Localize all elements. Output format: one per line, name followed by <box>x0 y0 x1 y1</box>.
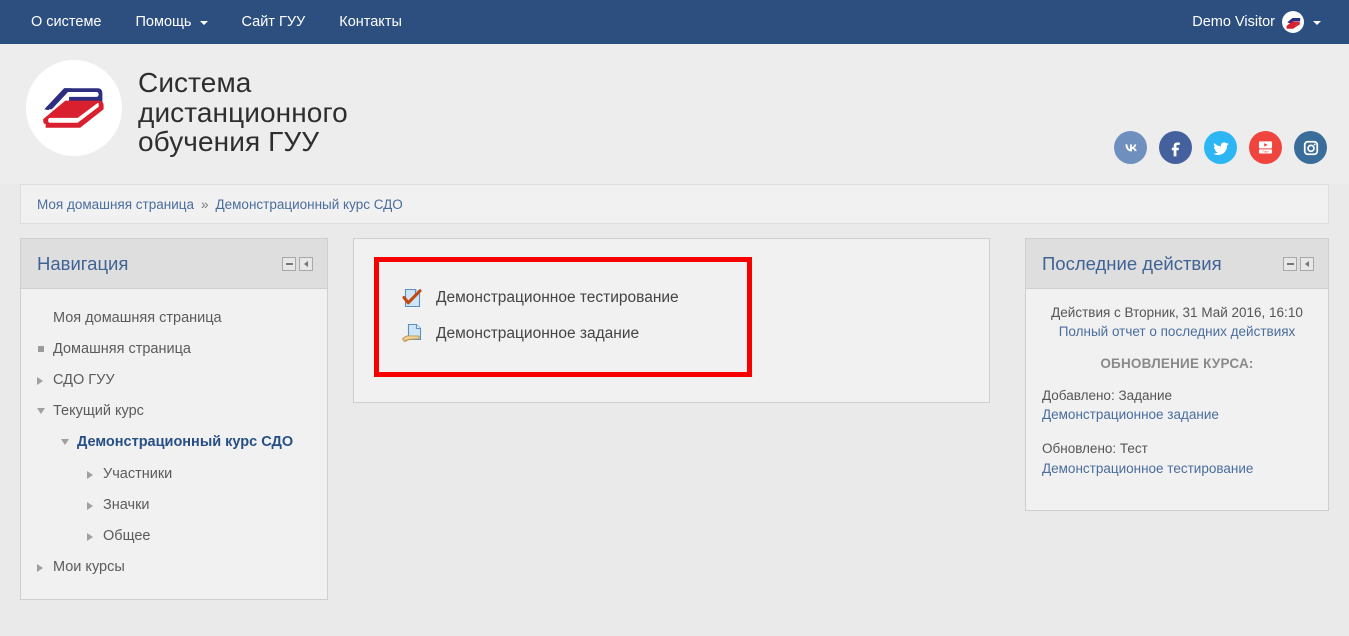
navigation-block: Навигация Моя домашняя страница Домашняя… <box>20 238 328 600</box>
page-body: Навигация Моя домашняя страница Домашняя… <box>0 224 1349 600</box>
user-name-label: Demo Visitor <box>1192 14 1275 30</box>
sidebar-item-participants[interactable]: Участники <box>21 459 327 490</box>
avatar <box>1282 11 1304 33</box>
user-menu[interactable]: Demo Visitor <box>1192 11 1331 33</box>
navigation-block-title: Навигация <box>37 252 129 274</box>
recent-activity-block-title: Последние действия <box>1042 252 1222 274</box>
sidebar-item-label: Моя домашняя страница <box>53 310 222 326</box>
right-column: Последние действия Действия с Вторник, 3… <box>1025 238 1329 512</box>
page-title: Система дистанционного обучения ГУУ <box>138 67 348 158</box>
activity-entry-link[interactable]: Демонстрационное тестирование <box>1042 459 1312 479</box>
social-links: Tube <box>1114 131 1327 164</box>
top-navbar: О системе Помощь Сайт ГУУ Контакты Demo … <box>0 0 1349 44</box>
recent-activity-body: Действия с Вторник, 31 Май 2016, 16:10 П… <box>1026 289 1328 510</box>
breadcrumb: Моя домашняя страница » Демонстрационный… <box>20 184 1329 224</box>
navigation-block-header: Навигация <box>21 239 327 289</box>
activity-highlight-box: Демонстрационное тестирование Демонстрац… <box>374 257 752 377</box>
brand[interactable]: Система дистанционного обучения ГУУ <box>26 60 348 157</box>
full-activity-report-link[interactable]: Полный отчет о последних действиях <box>1042 324 1312 339</box>
assignment-hand-icon <box>401 322 425 346</box>
activity-entry: Обновлено: Тест Демонстрационное тестиро… <box>1042 439 1312 478</box>
chevron-down-icon[interactable] <box>61 434 77 446</box>
site-header: Система дистанционного обучения ГУУ Tube <box>0 44 1349 184</box>
recent-activity-block-header: Последние действия <box>1026 239 1328 289</box>
course-content-panel: Демонстрационное тестирование Демонстрац… <box>353 238 990 403</box>
twitter-icon[interactable] <box>1204 131 1237 164</box>
dock-left-icon[interactable] <box>1300 256 1314 271</box>
nav-item-contacts[interactable]: Контакты <box>322 0 419 44</box>
chevron-down-icon <box>1313 21 1321 25</box>
nav-item-help[interactable]: Помощь <box>118 0 224 44</box>
sidebar-item-label: Домашняя страница <box>53 341 191 358</box>
nav-item-about[interactable]: О системе <box>14 0 118 44</box>
activity-entry-link[interactable]: Демонстрационное задание <box>1042 405 1312 425</box>
breadcrumb-current[interactable]: Демонстрационный курс СДО <box>216 197 403 212</box>
sidebar-item-label: Демонстрационный курс СДО <box>77 434 294 451</box>
facebook-icon[interactable] <box>1159 131 1192 164</box>
nav-item-guu-site[interactable]: Сайт ГУУ <box>225 0 323 44</box>
sidebar-item-current-course[interactable]: Текущий курс <box>21 396 327 427</box>
nav-item-contacts-label: Контакты <box>339 14 402 30</box>
activity-item-assignment[interactable]: Демонстрационное задание <box>401 316 725 352</box>
sidebar-item-demo-course[interactable]: Демонстрационный курс СДО <box>21 427 327 458</box>
svg-text:Tube: Tube <box>1262 150 1269 154</box>
site-logo <box>26 60 122 156</box>
sidebar-item-badges[interactable]: Значки <box>21 490 327 521</box>
left-column: Навигация Моя домашняя страница Домашняя… <box>20 238 328 600</box>
chevron-right-icon[interactable] <box>87 466 103 479</box>
nav-item-about-label: О системе <box>31 14 102 30</box>
nav-item-help-label: Помощь <box>135 14 192 30</box>
sidebar-item-general[interactable]: Общее <box>21 521 327 552</box>
chevron-down-icon[interactable] <box>37 403 53 415</box>
vk-icon[interactable] <box>1114 131 1147 164</box>
sidebar-item-label: Текущий курс <box>53 403 144 420</box>
chevron-right-icon[interactable] <box>37 372 53 386</box>
activity-entry-type: Обновлено: Тест <box>1042 441 1148 457</box>
dock-left-icon[interactable] <box>299 256 313 271</box>
nav-item-guu-site-label: Сайт ГУУ <box>241 14 306 30</box>
navigation-block-body: Моя домашняя страница Домашняя страница … <box>21 289 327 599</box>
activity-entry: Добавлено: Задание Демонстрационное зада… <box>1042 386 1312 425</box>
instagram-icon[interactable] <box>1294 131 1327 164</box>
minus-icon[interactable] <box>1283 256 1297 271</box>
sidebar-item-home[interactable]: Домашняя страница <box>21 334 327 365</box>
course-update-heading: ОБНОВЛЕНИЕ КУРСА: <box>1100 355 1254 371</box>
sidebar-item-label: Общее <box>103 527 151 544</box>
breadcrumb-separator: » <box>200 196 209 212</box>
sidebar-item-sdo-guu[interactable]: СДО ГУУ <box>21 365 327 396</box>
navigation-tree: Моя домашняя страница Домашняя страница … <box>21 303 327 583</box>
chevron-right-icon[interactable] <box>87 528 103 541</box>
minus-icon[interactable] <box>282 256 296 271</box>
chevron-right-icon[interactable] <box>37 559 53 572</box>
bullet-square-icon <box>37 341 53 353</box>
recent-activity-block: Последние действия Действия с Вторник, 3… <box>1025 238 1329 512</box>
sidebar-item-my-home[interactable]: Моя домашняя страница <box>21 303 327 334</box>
sidebar-item-my-courses[interactable]: Мои курсы <box>21 552 327 583</box>
navigation-block-controls <box>282 256 313 271</box>
navbar-menu: О системе Помощь Сайт ГУУ Контакты <box>0 0 419 44</box>
youtube-icon[interactable]: Tube <box>1249 131 1282 164</box>
main-column: Демонстрационное тестирование Демонстрац… <box>328 238 1025 403</box>
breadcrumb-home[interactable]: Моя домашняя страница <box>37 197 194 212</box>
chevron-right-icon[interactable] <box>87 497 103 510</box>
sidebar-item-label: Значки <box>103 496 150 513</box>
activity-label: Демонстрационное задание <box>436 325 640 342</box>
quiz-checkmark-icon <box>401 286 425 310</box>
chevron-down-icon <box>199 21 208 25</box>
sidebar-item-label: СДО ГУУ <box>53 372 115 389</box>
sidebar-item-label: Участники <box>103 465 173 482</box>
recent-activity-block-controls <box>1283 256 1314 271</box>
activity-item-quiz[interactable]: Демонстрационное тестирование <box>401 280 725 316</box>
activity-since-text: Действия с Вторник, 31 Май 2016, 16:10 <box>1051 305 1303 320</box>
activity-entry-type: Добавлено: Задание <box>1042 387 1172 403</box>
activity-label: Демонстрационное тестирование <box>436 289 679 306</box>
sidebar-item-label: Мои курсы <box>53 558 125 575</box>
